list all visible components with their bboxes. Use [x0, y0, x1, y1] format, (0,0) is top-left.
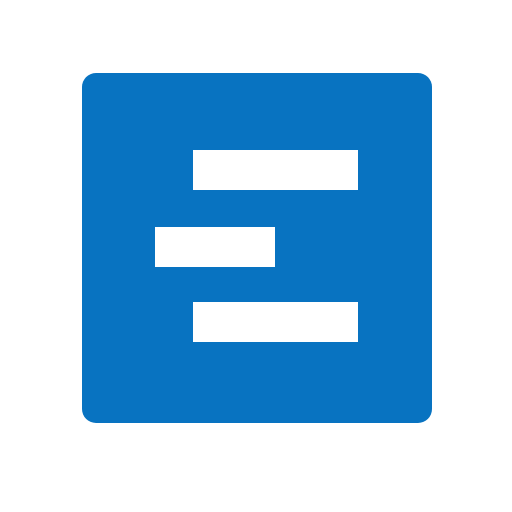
bottom-bar	[193, 302, 358, 342]
top-bar	[193, 150, 358, 190]
gantt-bars-icon[interactable]	[82, 73, 432, 423]
middle-bar	[155, 227, 275, 267]
icon-canvas	[0, 0, 512, 512]
